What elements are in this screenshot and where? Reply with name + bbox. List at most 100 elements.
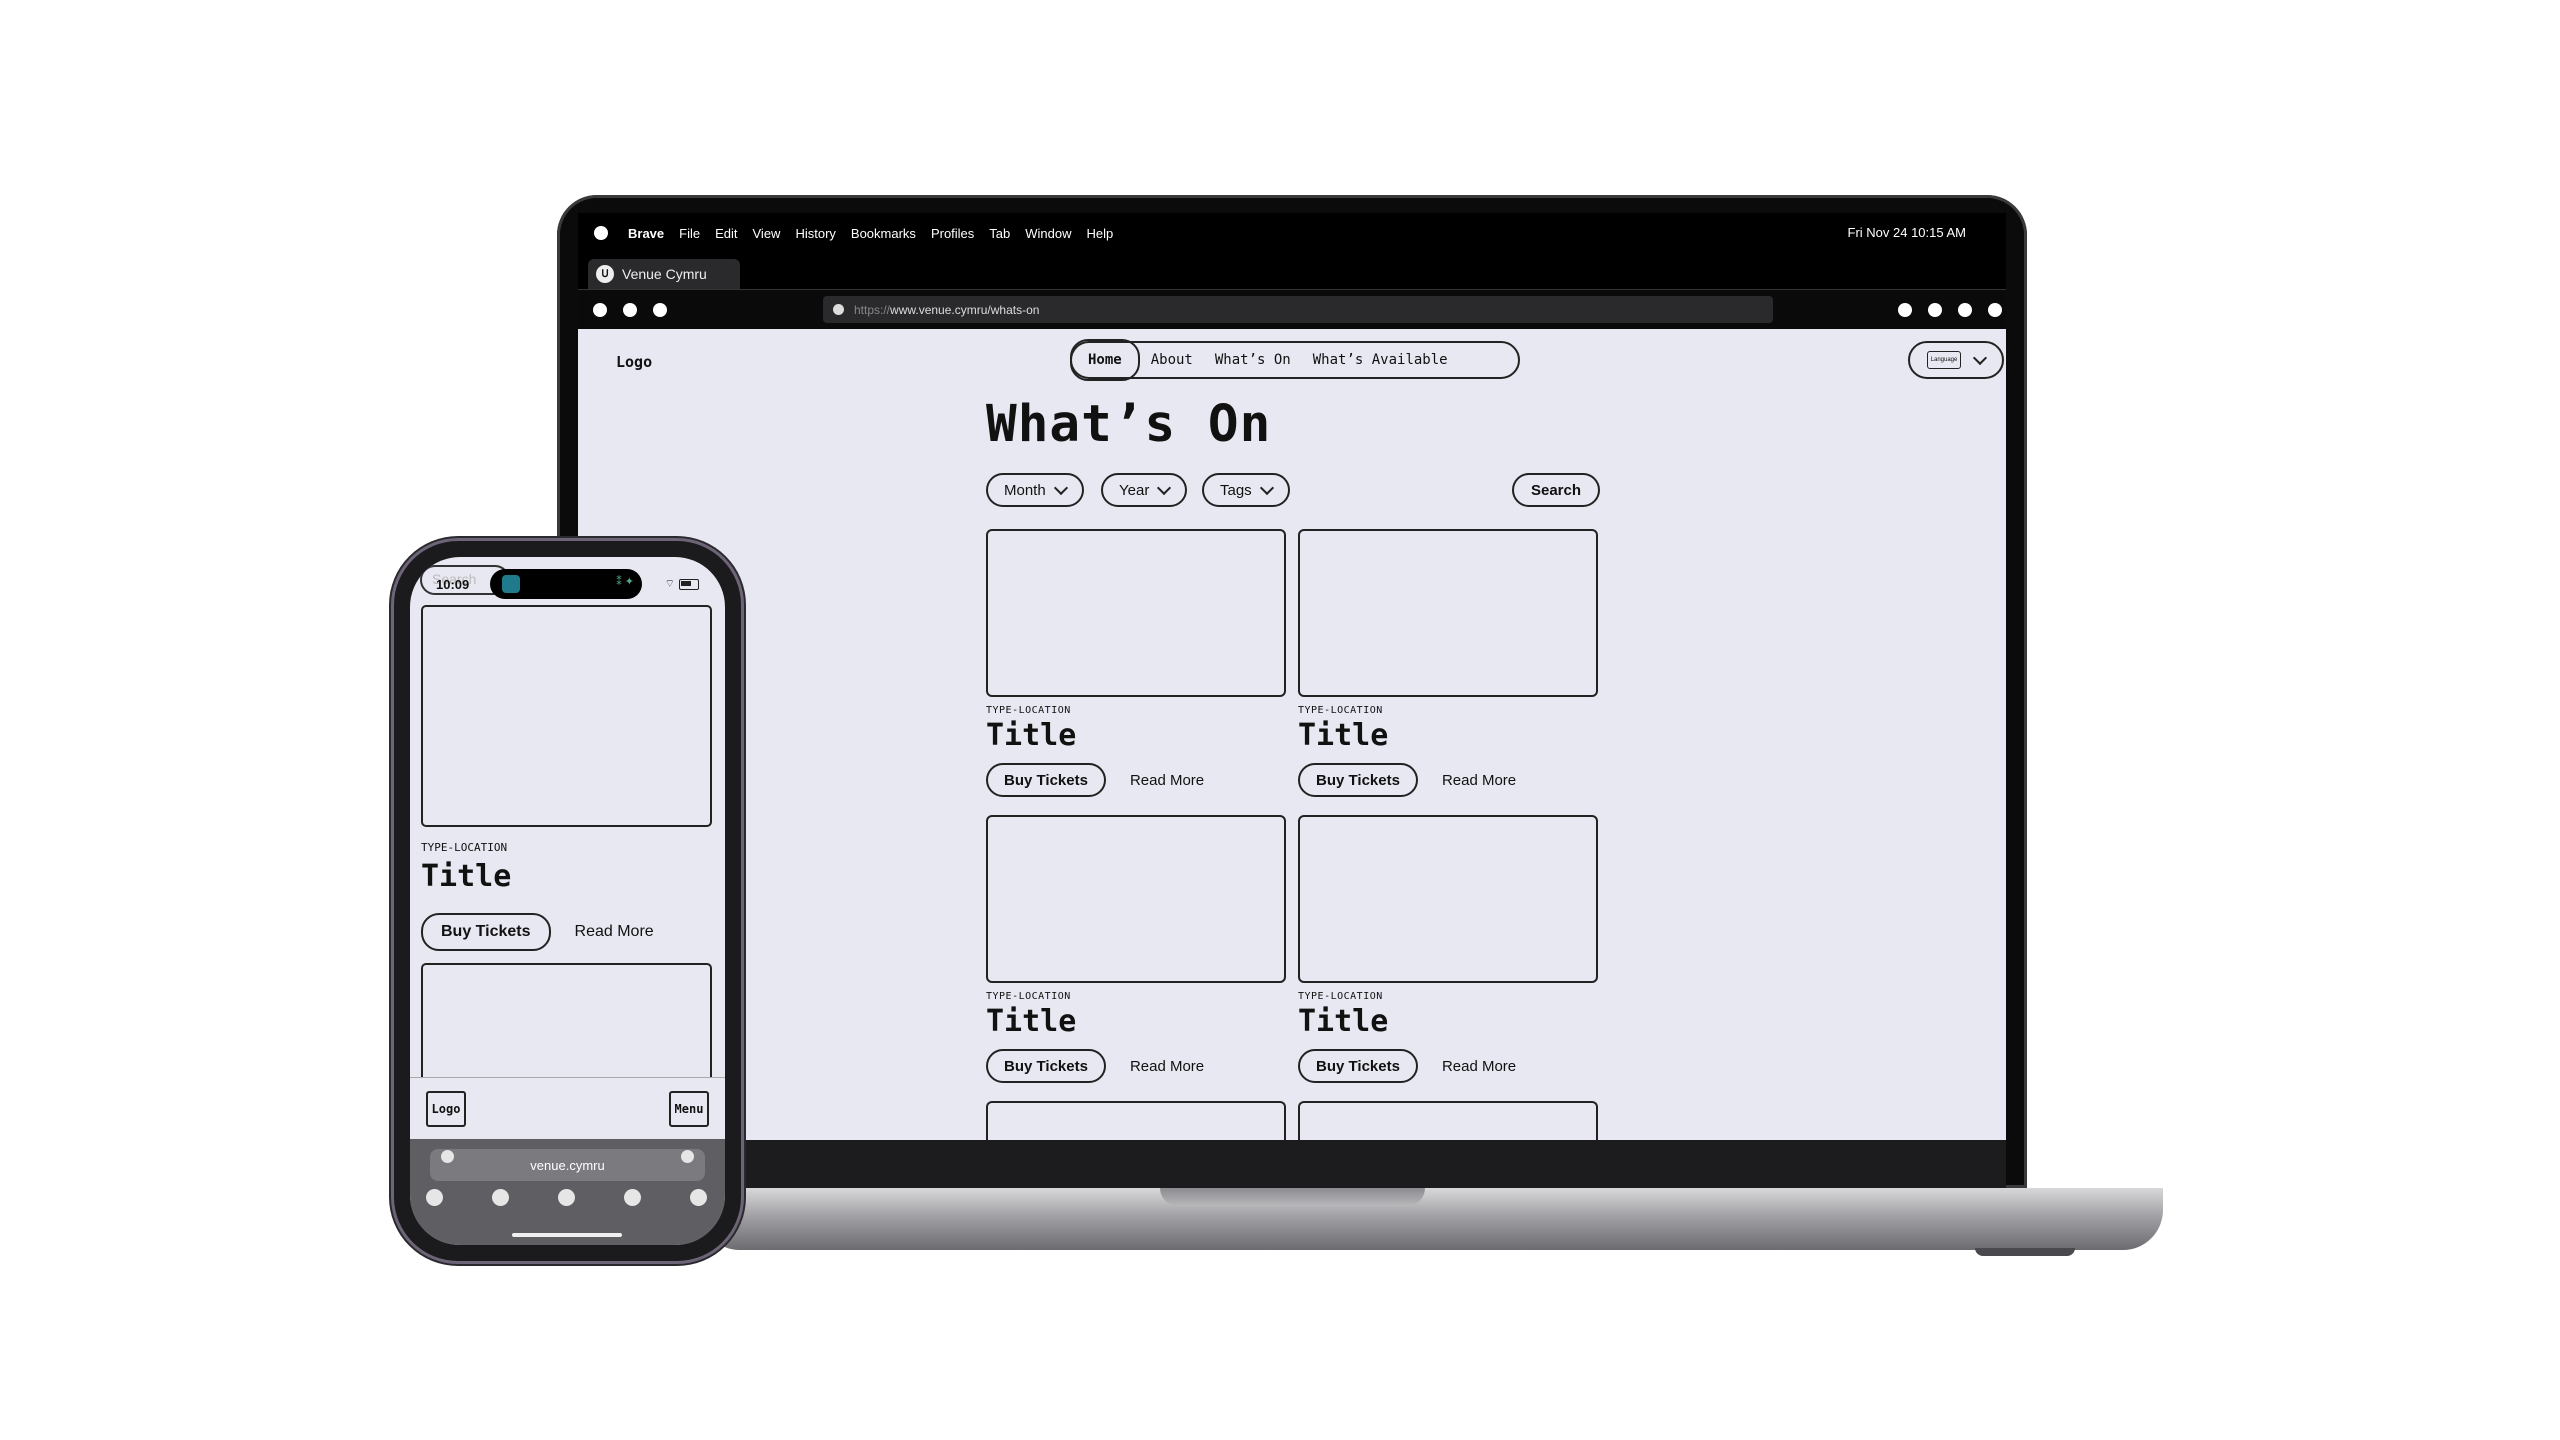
search-button[interactable]: Search (1512, 473, 1600, 507)
laptop-screen: Brave File Edit View History Bookmarks P… (578, 213, 2006, 1140)
site-info-icon[interactable] (441, 1150, 454, 1163)
event-title[interactable]: Title (986, 1004, 1286, 1039)
menu-view[interactable]: View (753, 226, 781, 241)
tags-filter-label: Tags (1220, 481, 1252, 499)
menu-tab[interactable]: Tab (989, 226, 1010, 241)
browser-toolbar: https://www.venue.cymru/whats-on (578, 289, 2006, 330)
year-filter[interactable]: Year (1101, 473, 1188, 507)
back-icon[interactable] (426, 1189, 443, 1206)
tabs-icon[interactable] (690, 1189, 707, 1206)
buy-tickets-button[interactable]: Buy Tickets (986, 1049, 1106, 1083)
event-image[interactable] (1298, 529, 1598, 697)
menu-file[interactable]: File (679, 226, 700, 241)
web-page: Logo Home About What’s On What’s Availab… (578, 329, 2006, 1140)
read-more-link[interactable]: Read More (575, 923, 654, 941)
url-text: https://www.venue.cymru/whats-on (854, 302, 1040, 317)
chevron-down-icon (1972, 350, 1988, 365)
phone-action-button (389, 677, 393, 703)
extension-icon[interactable] (1898, 303, 1912, 317)
extension-icon[interactable] (1928, 303, 1942, 317)
laptop-lid-notch (1160, 1188, 1425, 1206)
read-more-link[interactable]: Read More (1442, 1058, 1516, 1075)
event-image[interactable] (986, 815, 1286, 983)
dynamic-island: ⁑ ✦ (490, 569, 642, 599)
nav-home[interactable]: Home (1070, 339, 1140, 381)
mobile-menu-button[interactable]: Menu (669, 1091, 709, 1127)
event-card: TYPE-LOCATION Title Buy Tickets Read Mor… (986, 815, 1286, 1083)
event-card: TYPE-LOCATION Title Buy Tickets Read Mor… (986, 529, 1286, 797)
month-filter-label: Month (1004, 481, 1046, 499)
event-title[interactable]: Title (1298, 718, 1598, 753)
event-type-location: TYPE-LOCATION (1298, 991, 1383, 1002)
chevron-down-icon (1259, 480, 1274, 495)
menu-profiles[interactable]: Profiles (931, 226, 974, 241)
mobile-address-bar[interactable]: venue.cymru (430, 1149, 705, 1181)
menu-brave[interactable]: Brave (628, 226, 664, 241)
home-indicator[interactable] (512, 1233, 622, 1237)
site-logo[interactable]: Logo (616, 353, 652, 371)
language-label: Language (1927, 351, 1961, 369)
site-info-icon[interactable] (833, 304, 844, 315)
tags-filter[interactable]: Tags (1202, 473, 1290, 507)
read-more-link[interactable]: Read More (1130, 772, 1204, 789)
phone-volume-down-button (389, 793, 393, 845)
back-icon[interactable] (593, 303, 607, 317)
event-type-location: TYPE-LOCATION (986, 991, 1071, 1002)
menu-help[interactable]: Help (1087, 226, 1114, 241)
event-image[interactable] (421, 963, 712, 1081)
menu-edit[interactable]: Edit (715, 226, 737, 241)
event-image[interactable] (421, 605, 712, 827)
bookmarks-icon[interactable] (624, 1189, 641, 1206)
browser-tab-bar: ᑌ Venue Cymru (578, 253, 2006, 289)
address-bar[interactable]: https://www.venue.cymru/whats-on (823, 296, 1773, 323)
menu-history[interactable]: History (795, 226, 835, 241)
event-type-location: TYPE-LOCATION (421, 841, 508, 854)
event-title[interactable]: Title (1298, 1004, 1598, 1039)
apple-menu-icon[interactable] (594, 226, 608, 240)
event-image[interactable] (986, 529, 1286, 697)
menubar-clock[interactable]: Fri Nov 24 10:15 AM (1848, 225, 1967, 240)
status-icons: ⌔ (665, 577, 699, 591)
extension-icon[interactable] (1958, 303, 1972, 317)
month-filter[interactable]: Month (986, 473, 1084, 507)
nav-whats-on[interactable]: What’s On (1204, 352, 1302, 368)
event-image[interactable] (1298, 1101, 1598, 1140)
read-more-link[interactable]: Read More (1130, 1058, 1204, 1075)
forward-icon[interactable] (492, 1189, 509, 1206)
buy-tickets-button[interactable]: Buy Tickets (421, 913, 551, 951)
laptop-foot (1975, 1248, 2075, 1256)
buy-tickets-button[interactable]: Buy Tickets (1298, 763, 1418, 797)
browser-menu-icon[interactable] (1988, 303, 2002, 317)
event-image[interactable] (1298, 815, 1598, 983)
mobile-logo[interactable]: Logo (426, 1091, 466, 1127)
phone-clock: 10:09 (436, 577, 470, 592)
nav-about[interactable]: About (1140, 352, 1204, 368)
read-more-link[interactable]: Read More (1442, 772, 1516, 789)
buy-tickets-button[interactable]: Buy Tickets (986, 763, 1106, 797)
menu-bookmarks[interactable]: Bookmarks (851, 226, 916, 241)
main-nav: Home About What’s On What’s Available (1070, 339, 1520, 381)
menu-items: Brave File Edit View History Bookmarks P… (628, 226, 1113, 241)
event-title[interactable]: Title (986, 718, 1286, 753)
menu-window[interactable]: Window (1025, 226, 1071, 241)
event-image[interactable] (986, 1101, 1286, 1140)
buy-tickets-button[interactable]: Buy Tickets (1298, 1049, 1418, 1083)
chevron-down-icon (1053, 480, 1068, 495)
event-title[interactable]: Title (421, 859, 511, 894)
now-playing-icon (502, 575, 520, 593)
share-icon[interactable] (558, 1189, 575, 1206)
tab-title: Venue Cymru (622, 266, 707, 282)
site-favicon-icon: ᑌ (596, 265, 614, 283)
wifi-icon: ⌔ (664, 578, 675, 590)
macos-menubar: Brave File Edit View History Bookmarks P… (578, 213, 2006, 253)
nav-whats-available[interactable]: What’s Available (1302, 352, 1459, 368)
page-title: What’s On (986, 395, 1272, 454)
mobile-browser-bar: venue.cymru (410, 1139, 725, 1245)
reload-icon[interactable] (681, 1150, 694, 1163)
browser-tab[interactable]: ᑌ Venue Cymru (588, 259, 740, 289)
reload-icon[interactable] (653, 303, 667, 317)
mobile-url-text: venue.cymru (530, 1157, 605, 1173)
forward-icon[interactable] (623, 303, 637, 317)
phone-screen: Search 10:09 ⁑ ✦ ⌔ TYPE-LOCATION Title B… (410, 557, 725, 1245)
language-select[interactable]: Language (1908, 341, 2004, 379)
